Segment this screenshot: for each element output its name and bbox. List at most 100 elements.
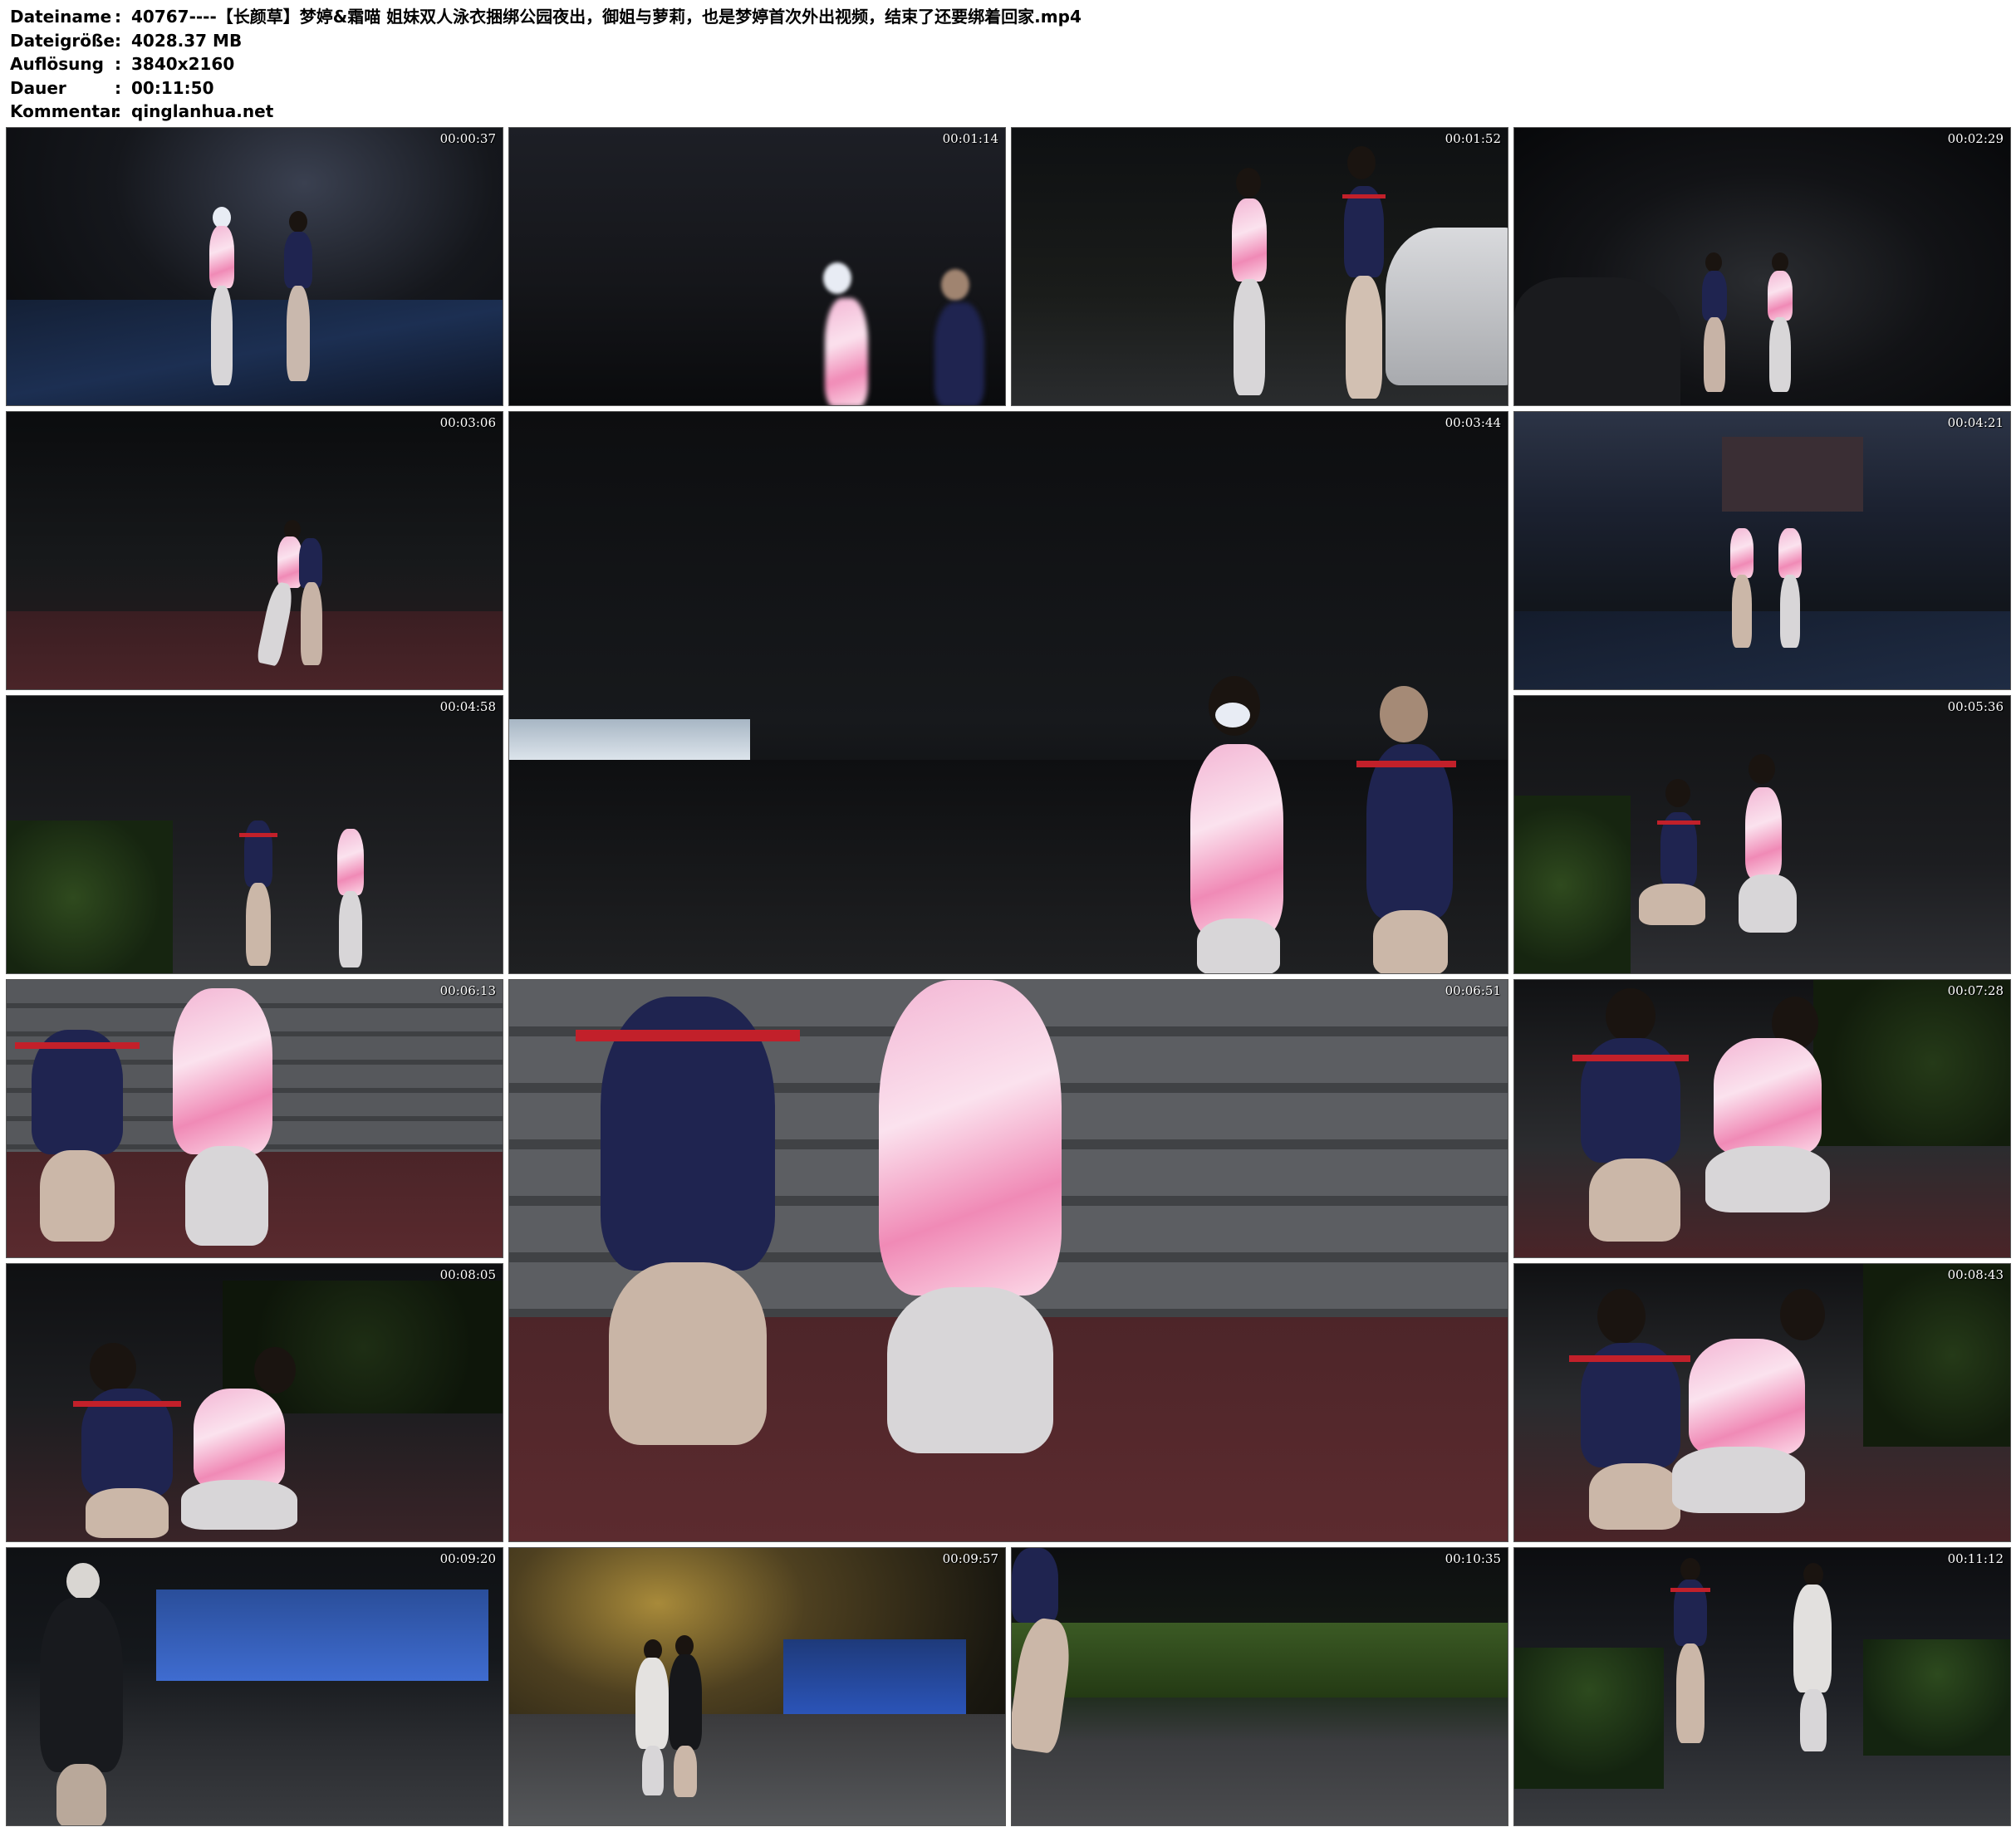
figure-head — [66, 1563, 100, 1599]
thumbnail-frame[interactable]: 00:04:58 — [6, 695, 503, 974]
figure-legs — [1769, 317, 1791, 392]
figure-head — [941, 269, 969, 301]
thumbnail-frame[interactable]: 00:11:12 — [1513, 1547, 2011, 1826]
red-rope — [73, 1401, 181, 1407]
figure-pink-swimsuit — [1714, 1038, 1822, 1154]
meta-value: 4028.37 MB — [131, 30, 243, 51]
meta-row-filename: Dateiname : 40767----【长颜草】梦婷&霜喵 姐妹双人泳衣捆绑… — [10, 5, 1082, 29]
figure-legs — [1639, 884, 1705, 925]
hedge — [1012, 1623, 1508, 1697]
figure-pink-swimsuit — [1232, 198, 1267, 282]
figure-pink-swimsuit — [209, 226, 234, 288]
figure-head — [1749, 754, 1775, 784]
shrubs — [1514, 796, 1631, 973]
thumbnail-frame[interactable]: 00:01:14 — [508, 127, 1006, 406]
figure-pink-swimsuit — [337, 829, 364, 895]
figure-legs — [1234, 279, 1265, 395]
shrubs — [1863, 1264, 2010, 1447]
thumbnail-frame-large[interactable]: 00:06:51 — [508, 979, 1508, 1542]
figure-navy-swimsuit — [1702, 271, 1727, 321]
thumbnail-frame[interactable]: 00:03:06 — [6, 411, 503, 690]
meta-separator: : — [115, 7, 121, 27]
meta-separator: : — [115, 77, 121, 98]
thumbnail-frame-large[interactable]: 00:03:44 — [508, 411, 1508, 974]
meta-key: Dateigröße — [10, 30, 115, 51]
thumbnail-frame[interactable]: 00:01:52 — [1011, 127, 1508, 406]
figure-legs — [181, 1480, 297, 1530]
figure-pink-swimsuit — [1778, 528, 1802, 578]
frame-timestamp: 00:08:05 — [439, 1267, 496, 1282]
thumbnail-frame[interactable]: 00:08:43 — [1513, 1263, 2011, 1542]
figure-navy-swimsuit — [934, 302, 984, 405]
path — [7, 300, 503, 405]
figure-legs — [642, 1746, 664, 1795]
thumbnail-frame[interactable]: 00:06:13 — [6, 979, 503, 1258]
figure-navy-swimsuit — [1012, 1548, 1058, 1623]
frame-timestamp: 00:03:06 — [439, 415, 496, 430]
figure-head — [1780, 1289, 1825, 1340]
figure-legs — [301, 582, 322, 665]
meta-key: Kommentar — [10, 101, 120, 121]
frame-timestamp: 00:03:44 — [1445, 415, 1501, 430]
figure-navy-swimsuit — [299, 538, 322, 588]
meta-value: 00:11:50 — [131, 77, 214, 98]
frame-timestamp: 00:04:58 — [439, 699, 496, 714]
white-car — [1386, 228, 1508, 385]
figure-dark-coat — [669, 1654, 702, 1750]
figure-legs — [1373, 910, 1448, 973]
figure-head — [1665, 779, 1690, 807]
meta-row-duration: Dauer : 00:11:50 — [10, 76, 1082, 100]
figure-white-dress — [1793, 1585, 1832, 1692]
figure-head — [90, 1343, 136, 1393]
figure-head — [823, 262, 851, 294]
figure-head — [1597, 1289, 1646, 1344]
red-rope — [15, 1042, 140, 1049]
figure-legs — [287, 286, 310, 381]
red-rope — [1569, 1355, 1690, 1362]
figure-legs — [211, 286, 233, 385]
thumbnail-frame[interactable]: 00:02:29 — [1513, 127, 2011, 406]
figure-legs — [40, 1150, 115, 1242]
thumbnail-frame[interactable]: 00:05:36 — [1513, 695, 2011, 974]
thumbnail-frame[interactable]: 00:09:57 — [508, 1547, 1006, 1826]
frame-timestamp: 00:06:51 — [1445, 983, 1501, 998]
hedge — [1514, 1648, 1664, 1789]
thumbnail-frame[interactable]: 00:00:37 — [6, 127, 503, 406]
figure-head — [289, 211, 307, 233]
red-rope — [1670, 1588, 1710, 1592]
meta-row-comment: Kommentar : qinglanhua.net — [10, 100, 1082, 124]
figure-navy-swimsuit — [1366, 744, 1453, 918]
frame-timestamp: 00:09:57 — [942, 1551, 998, 1566]
figure-pink-swimsuit — [1689, 1339, 1805, 1455]
meta-separator: : — [115, 101, 121, 121]
figure-legs — [1672, 1447, 1805, 1513]
blue-lit-building — [783, 1639, 966, 1714]
red-rope — [1342, 194, 1386, 198]
figure-navy-swimsuit — [1344, 186, 1384, 277]
figure-pink-swimsuit — [1730, 528, 1754, 578]
red-track — [7, 611, 503, 689]
red-rope — [1572, 1055, 1689, 1061]
face-mask — [1215, 703, 1250, 727]
figure-legs — [185, 1146, 268, 1246]
shrubs — [1813, 980, 2010, 1146]
path — [509, 1714, 1005, 1825]
ground — [509, 760, 1508, 973]
thumbnail-frame[interactable]: 00:10:35 — [1011, 1547, 1508, 1826]
meta-separator: : — [115, 30, 121, 51]
frame-timestamp: 00:05:36 — [1947, 699, 2004, 714]
red-rope — [1657, 820, 1700, 825]
figure-pink-swimsuit — [194, 1389, 285, 1488]
figure-head — [1236, 168, 1261, 198]
figure-white-dress — [635, 1658, 669, 1749]
thumbnail-frame[interactable]: 00:04:21 — [1513, 411, 2011, 690]
figure-head — [1347, 146, 1376, 179]
red-rope — [576, 1030, 800, 1041]
thumbnail-frame[interactable]: 00:07:28 — [1513, 979, 2011, 1258]
figure-head — [1606, 988, 1655, 1043]
figure-legs — [1780, 575, 1800, 648]
thumbnail-frame[interactable]: 00:09:20 — [6, 1547, 503, 1826]
blurred-night-scene — [509, 128, 1005, 405]
thumbnail-frame[interactable]: 00:08:05 — [6, 1263, 503, 1542]
figure-legs — [1589, 1463, 1680, 1530]
